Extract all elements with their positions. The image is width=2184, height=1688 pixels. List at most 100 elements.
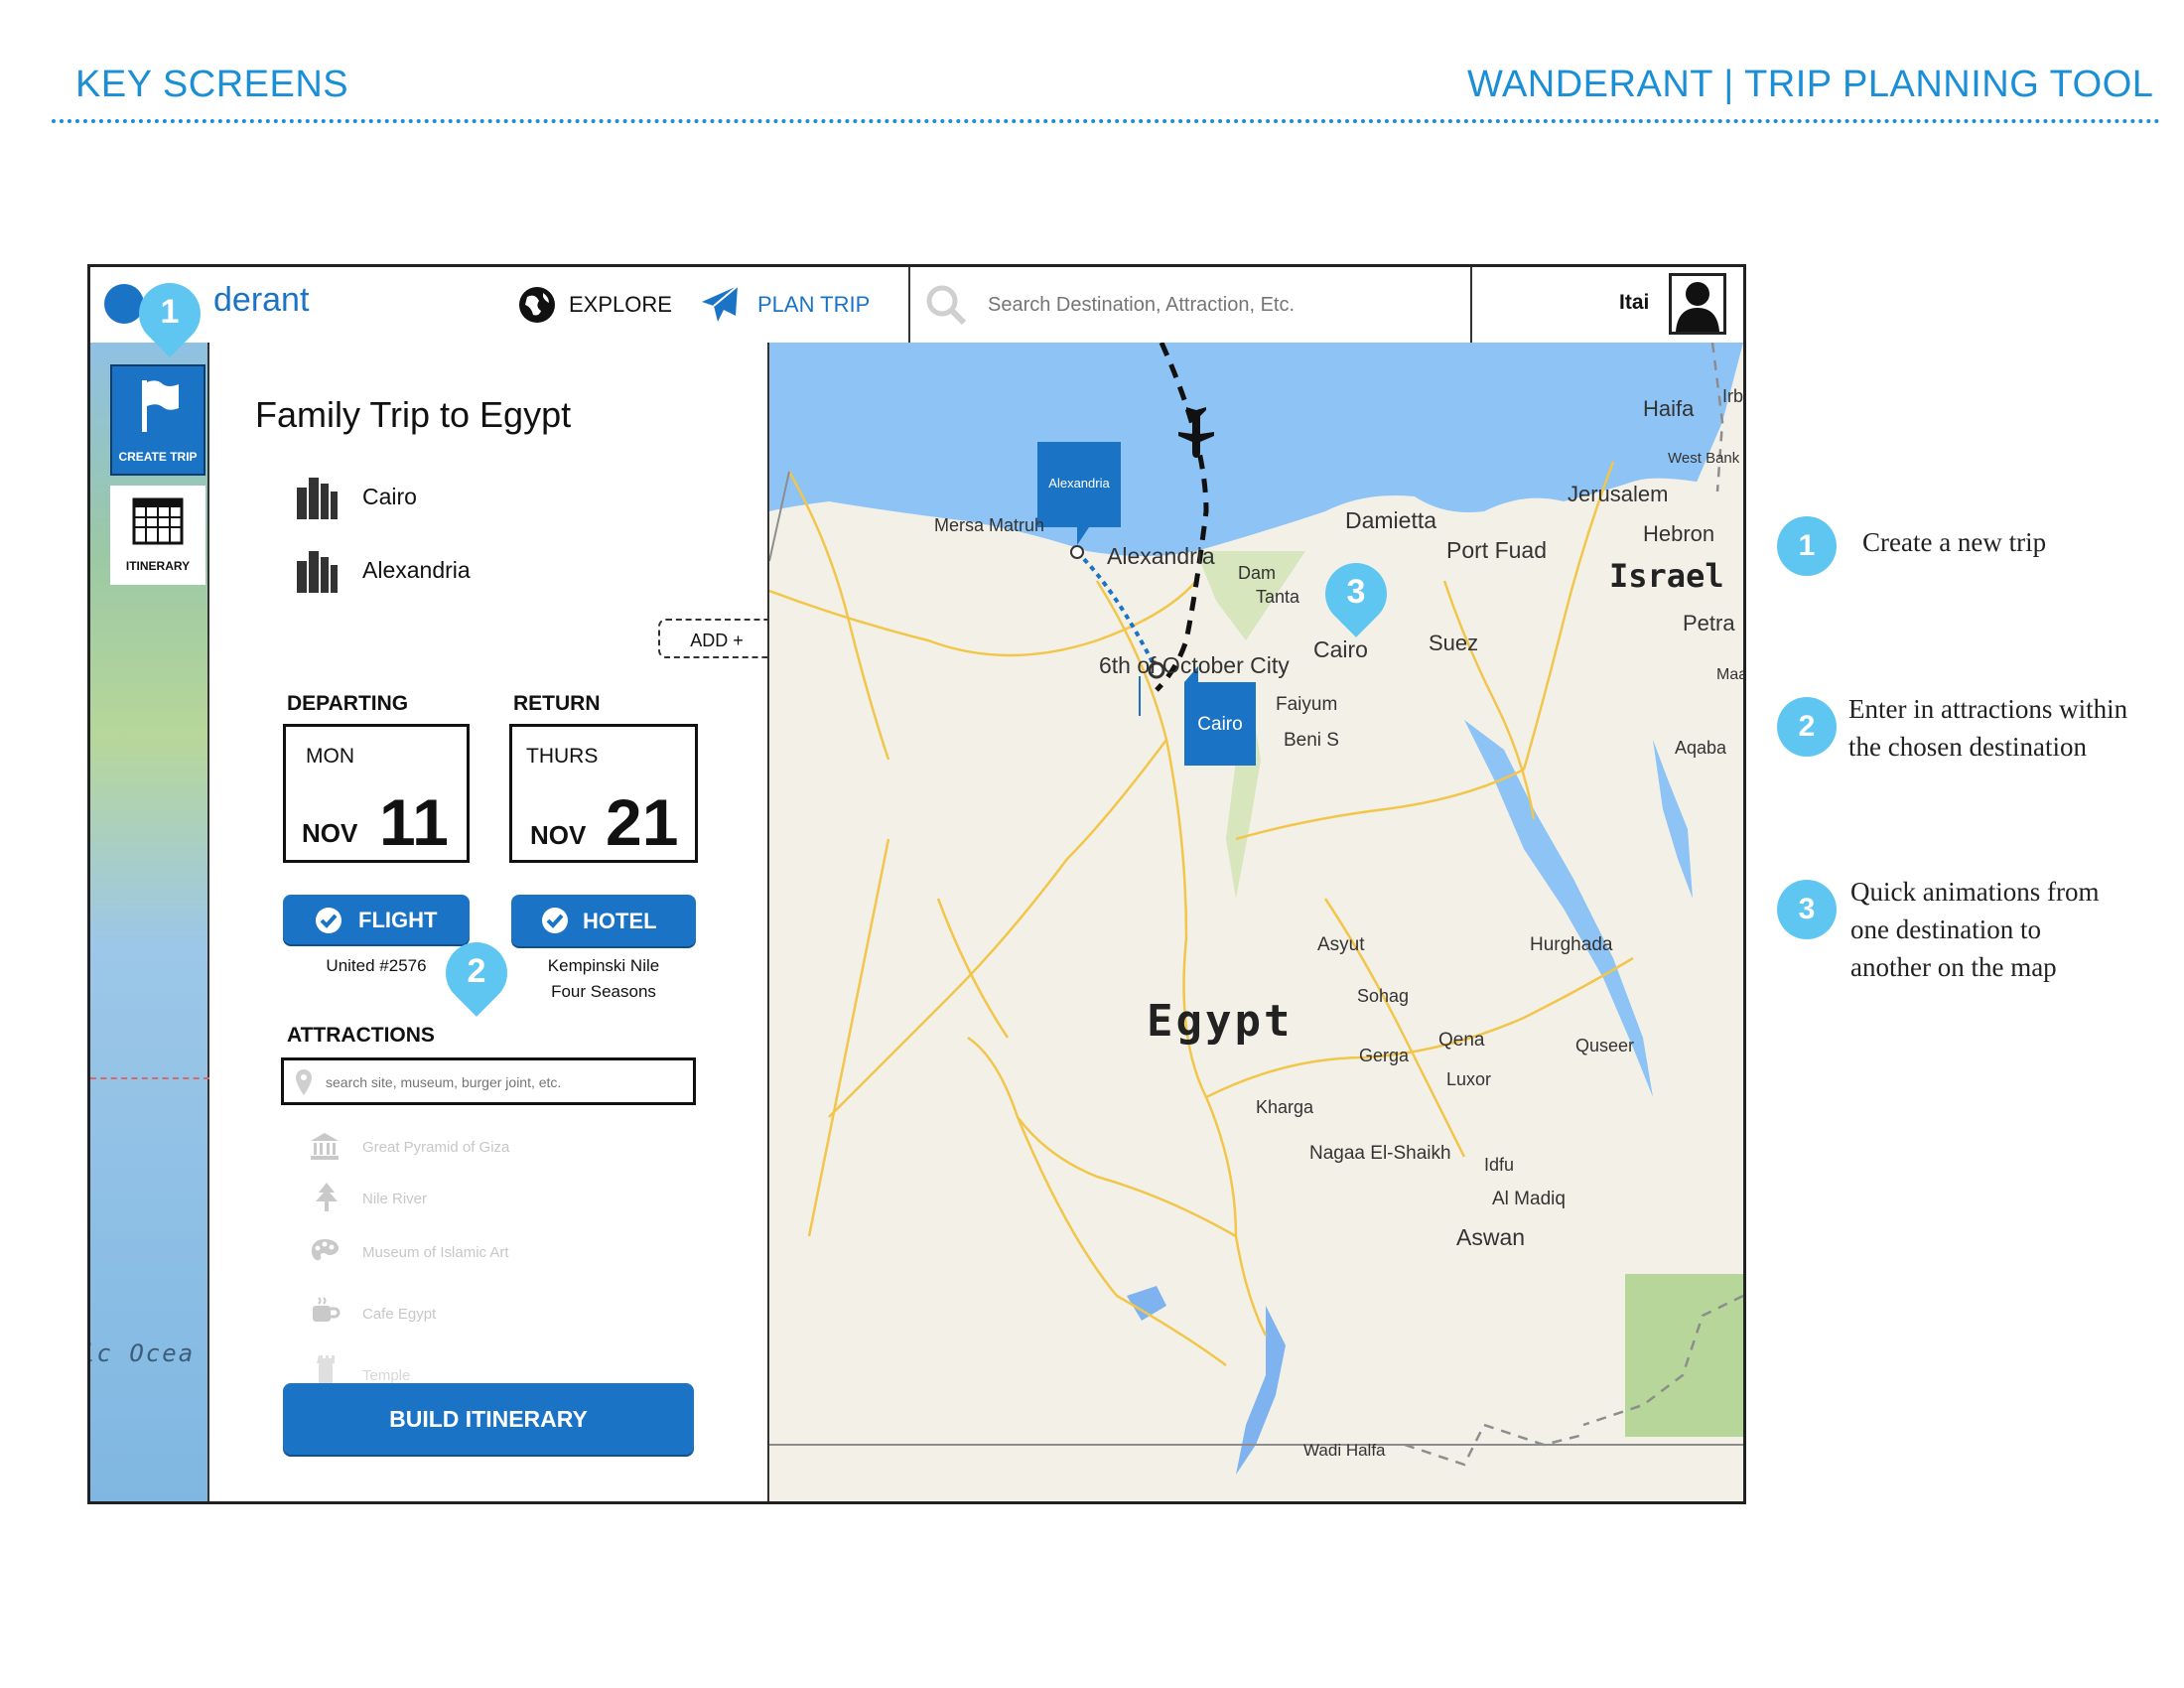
hotel-button-label: HOTEL (583, 909, 657, 933)
trip-title[interactable]: Family Trip to Egypt (255, 394, 571, 436)
app-window: derant EXPLORE PLAN TRIP Itai ic Ocea CR… (87, 264, 1746, 1504)
place-label: Hurghada (1530, 934, 1613, 955)
palette-icon (311, 1239, 340, 1261)
destination-name: Alexandria (362, 556, 471, 583)
map-view[interactable]: Alexandria Cairo Egypt Israel Haifa West… (769, 343, 1743, 1501)
place-label: Alexandria (1107, 543, 1215, 569)
map-marker-alexandria[interactable]: Alexandria (1037, 442, 1121, 527)
return-heading: RETURN (513, 692, 601, 715)
place-label: Mersa Matruh (934, 515, 1045, 535)
destination-item[interactable]: Cairo (295, 474, 417, 519)
airplane-icon (702, 285, 739, 322)
location-pin-icon (296, 1069, 312, 1095)
place-label: Suez (1429, 631, 1479, 655)
nav-explore[interactable]: EXPLORE (517, 281, 672, 329)
place-label: Quseer (1575, 1036, 1635, 1055)
place-label: Al Madiq (1492, 1189, 1566, 1209)
attractions-search-field[interactable] (281, 1057, 696, 1105)
destination-item[interactable]: Alexandria (295, 547, 471, 593)
check-icon (316, 908, 341, 933)
search-bar[interactable] (910, 267, 1470, 343)
flag-icon (142, 380, 179, 432)
return-month: NOV (530, 820, 587, 850)
attraction-name: Temple (362, 1367, 411, 1384)
annotation-text-3-line3: another on the map (1850, 952, 2057, 982)
city-icon (297, 551, 338, 593)
place-label: Maa (1716, 666, 1743, 683)
avatar[interactable] (1669, 273, 1726, 335)
nav-plan-trip-label: PLAN TRIP (757, 292, 871, 317)
place-label: Sohag (1357, 986, 1410, 1006)
place-label: Faiyum (1276, 694, 1338, 715)
place-label: Aqaba (1675, 738, 1727, 758)
annotation-badge-1: 1 (1777, 516, 1837, 576)
coffee-icon (313, 1297, 341, 1322)
page-section-title: KEY SCREENS (75, 64, 349, 105)
page-project-title: WANDERANT | TRIP PLANNING TOOL (1467, 64, 2154, 105)
sidebar-item-label: CREATE TRIP (118, 450, 198, 464)
map-marker-label: Alexandria (1048, 476, 1110, 491)
annotation-badge-2: 2 (1777, 697, 1837, 757)
place-label: Aswan (1456, 1224, 1526, 1250)
place-label: Gerga (1359, 1046, 1410, 1065)
return-day: 21 (606, 785, 679, 859)
header-divider (52, 119, 2161, 123)
place-label: Beni S (1284, 730, 1339, 751)
place-label: Luxor (1446, 1069, 1492, 1089)
add-destination-button[interactable]: ADD + (658, 619, 775, 658)
place-label: Dam (1238, 563, 1277, 583)
departing-date-picker[interactable]: MON NOV 11 (283, 724, 470, 863)
search-icon (926, 285, 967, 326)
attractions-heading: ATTRACTIONS (287, 1024, 435, 1047)
place-label: 6th of October City (1099, 652, 1290, 678)
country-label: Egypt (1147, 996, 1294, 1047)
callout-pin-number: 2 (467, 952, 486, 990)
tree-icon (316, 1183, 338, 1211)
callout-pin-number: 3 (1346, 573, 1366, 611)
globe-icon (519, 287, 555, 323)
user-name[interactable]: Itai (1619, 291, 1649, 315)
annotation-text-2-line2: the chosen destination (1848, 732, 2087, 762)
place-label: West Bank (1668, 450, 1740, 467)
place-label: Tanta (1256, 587, 1300, 607)
check-icon (542, 908, 568, 933)
city-icon (297, 478, 338, 519)
map-marker-cairo[interactable]: Cairo (1184, 682, 1256, 766)
place-label: Nagaa El-Shaikh (1309, 1143, 1451, 1164)
hotel-button[interactable]: HOTEL (511, 895, 696, 946)
return-date-picker[interactable]: THURS NOV 21 (509, 724, 698, 863)
tower-icon (317, 1355, 335, 1383)
place-label: Kharga (1256, 1097, 1314, 1117)
departing-heading: DEPARTING (287, 692, 409, 715)
place-label: Damietta (1345, 507, 1437, 533)
annotation-text-1-line1: Create a new trip (1862, 527, 2047, 557)
israel-label: Israel (1609, 557, 1724, 595)
attraction-item[interactable]: Museum of Islamic Art (209, 1236, 765, 1280)
attraction-name: Cafe Egypt (362, 1306, 437, 1323)
museum-icon (311, 1133, 339, 1160)
attractions-search-input[interactable] (324, 1070, 685, 1094)
place-label: Asyut (1317, 934, 1365, 955)
attraction-item[interactable]: Cafe Egypt (209, 1296, 765, 1339)
sidebar-item-create-trip[interactable]: CREATE TRIP (110, 364, 205, 476)
departing-weekday: MON (306, 745, 354, 768)
attraction-name: Nile River (362, 1191, 428, 1207)
place-label: Idfu (1484, 1155, 1515, 1175)
flight-button-label: FLIGHT (358, 908, 438, 932)
nav-plan-trip[interactable]: PLAN TRIP (698, 281, 870, 329)
build-itinerary-button[interactable]: BUILD ITINERARY (283, 1383, 694, 1455)
top-bar: derant EXPLORE PLAN TRIP Itai (90, 267, 1743, 345)
place-label: Petra (1683, 611, 1735, 635)
flight-button[interactable]: FLIGHT (283, 895, 470, 944)
hotel-detail-line2: Four Seasons (551, 982, 656, 1001)
place-label: Irb (1722, 386, 1743, 406)
callout-pin-number: 1 (160, 293, 180, 331)
place-label: Haifa (1643, 396, 1695, 421)
place-label: Hebron (1643, 521, 1715, 546)
attraction-item[interactable]: Nile River (209, 1183, 765, 1226)
sidebar-item-itinerary[interactable]: ITINERARY (110, 486, 205, 585)
annotation-text-2-line1: Enter in attractions within (1848, 694, 2128, 724)
departing-day: 11 (379, 785, 449, 859)
attraction-item[interactable]: Great Pyramid of Giza (209, 1131, 765, 1175)
search-input[interactable] (986, 289, 1446, 321)
